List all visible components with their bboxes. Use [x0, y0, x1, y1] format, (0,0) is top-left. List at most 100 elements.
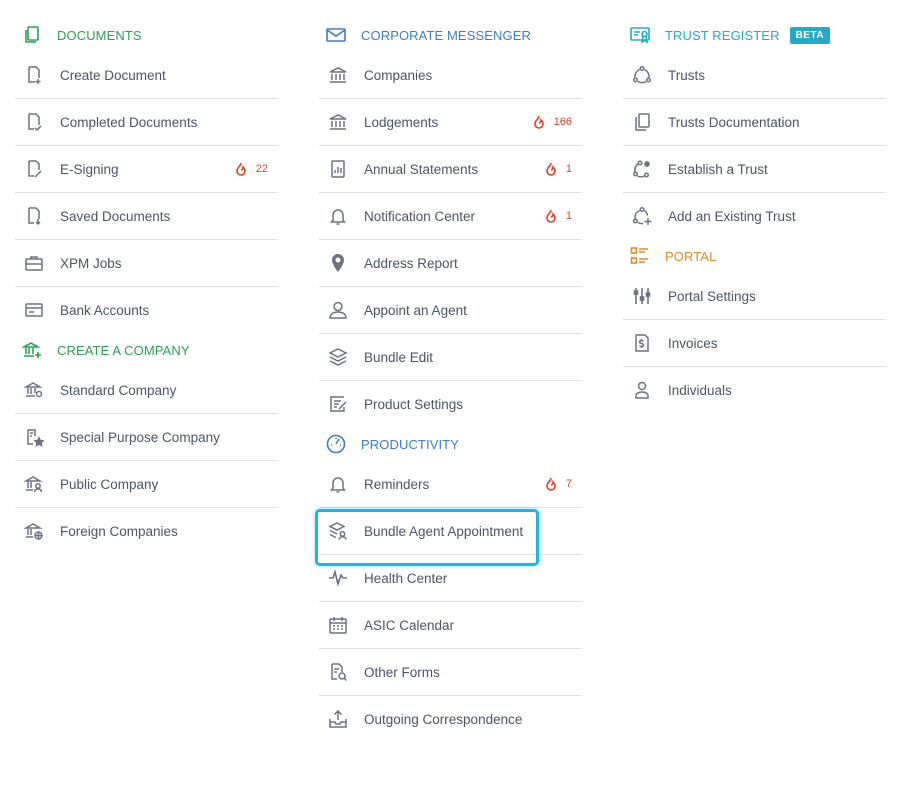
edit-form-icon: [327, 393, 349, 415]
menu-item-label: Bank Accounts: [60, 302, 150, 318]
menu-item-label: Individuals: [668, 382, 732, 398]
menu-item-label: Appoint an Agent: [364, 302, 467, 318]
envelope-icon: [325, 24, 347, 46]
menu-item-label: Lodgements: [364, 114, 439, 130]
menu-item-appoint-an-agent[interactable]: Appoint an Agent: [319, 287, 582, 334]
outbox-icon: [327, 708, 349, 730]
menu-item-e-signing[interactable]: E-Signing 22: [15, 146, 278, 193]
standard-company-icon: [23, 379, 45, 401]
column-trust-portal: TRUST REGISTER BETA Trusts Trusts Docume…: [623, 18, 886, 413]
menu-item-label: Trusts Documentation: [668, 114, 800, 130]
menu-item-label: Outgoing Correspondence: [364, 711, 523, 727]
flame-icon: [235, 162, 246, 176]
menu-item-individuals[interactable]: Individuals: [623, 367, 886, 413]
section-title: TRUST REGISTER: [665, 27, 780, 43]
menu-item-special-purpose-company[interactable]: Special Purpose Company: [15, 414, 278, 461]
create-document-icon: [23, 64, 45, 86]
invoice-icon: [631, 332, 653, 354]
section-title: CREATE A COMPANY: [57, 342, 190, 358]
menu-item-label: Companies: [364, 67, 433, 83]
menu-item-completed-documents[interactable]: Completed Documents: [15, 99, 278, 146]
statement-icon: [327, 158, 349, 180]
menu-item-label: Address Report: [364, 255, 458, 271]
menu-item-trusts[interactable]: Trusts: [623, 52, 886, 99]
section-header-corporate-messenger: CORPORATE MESSENGER: [319, 18, 582, 52]
layers-user-icon: [327, 520, 349, 542]
column-documents-company: DOCUMENTS Create Document Completed Docu…: [15, 18, 278, 554]
section-header-portal: PORTAL: [623, 239, 886, 273]
flame-icon: [546, 162, 556, 176]
section-header-create-company: CREATE A COMPANY: [15, 333, 278, 367]
count-value: 1: [565, 163, 572, 175]
portal-list-icon: [629, 245, 651, 267]
documents-icon: [21, 24, 43, 46]
menu-item-asic-calendar[interactable]: ASIC Calendar: [319, 602, 582, 649]
flame-icon: [546, 209, 556, 223]
count-badge: 1: [544, 209, 572, 223]
special-purpose-company-icon: [23, 426, 45, 448]
count-badge: 7: [544, 477, 572, 491]
menu-item-label: Portal Settings: [668, 288, 756, 304]
person-icon: [631, 379, 653, 401]
menu-item-companies[interactable]: Companies: [319, 52, 582, 99]
menu-item-create-document[interactable]: Create Document: [15, 52, 278, 99]
menu-item-notification-center[interactable]: Notification Center 1: [319, 193, 582, 240]
menu-item-standard-company[interactable]: Standard Company: [15, 367, 278, 414]
menu-item-establish-a-trust[interactable]: Establish a Trust: [623, 146, 886, 193]
map-pin-icon: [327, 252, 349, 274]
bank-building-icon: [327, 111, 349, 133]
briefcase-icon: [23, 252, 45, 274]
menu-item-product-settings[interactable]: Product Settings: [319, 381, 582, 427]
section-header-documents: DOCUMENTS: [15, 18, 278, 52]
menu-item-reminders[interactable]: Reminders 7: [319, 461, 582, 508]
menu-item-health-center[interactable]: Health Center: [319, 555, 582, 602]
gauge-icon: [325, 433, 347, 455]
documents-copy-icon: [631, 111, 653, 133]
menu-item-annual-statements[interactable]: Annual Statements 1: [319, 146, 582, 193]
menu-item-label: Trusts: [668, 67, 705, 83]
column-corporate-messenger-productivity: CORPORATE MESSENGER Companies Lodgements…: [319, 18, 582, 742]
e-signing-icon: [23, 158, 45, 180]
count-value: 7: [565, 478, 572, 490]
bank-building-icon: [327, 64, 349, 86]
trust-cycle-icon: [631, 64, 653, 86]
menu-item-bundle-edit[interactable]: Bundle Edit: [319, 334, 582, 381]
menu-item-add-an-existing-trust[interactable]: Add an Existing Trust: [623, 193, 886, 239]
menu-item-label: E-Signing: [60, 161, 119, 177]
menu-item-bank-accounts[interactable]: Bank Accounts: [15, 287, 278, 333]
section-title: PRODUCTIVITY: [361, 436, 459, 452]
menu-item-address-report[interactable]: Address Report: [319, 240, 582, 287]
menu-item-outgoing-correspondence[interactable]: Outgoing Correspondence: [319, 696, 582, 742]
menu-item-label: Saved Documents: [60, 208, 171, 224]
menu-item-label: ASIC Calendar: [364, 617, 455, 633]
section-title: CORPORATE MESSENGER: [361, 27, 531, 43]
count-value: 1: [565, 210, 572, 222]
menu-item-label: Invoices: [668, 335, 718, 351]
menu-item-public-company[interactable]: Public Company: [15, 461, 278, 508]
menu-item-other-forms[interactable]: Other Forms: [319, 649, 582, 696]
bell-icon: [327, 205, 349, 227]
section-title: PORTAL: [665, 248, 717, 264]
menu-item-label: Standard Company: [60, 382, 177, 398]
menu-item-invoices[interactable]: Invoices: [623, 320, 886, 367]
menu-item-label: Annual Statements: [364, 161, 479, 177]
form-search-icon: [327, 661, 349, 683]
menu-item-foreign-companies[interactable]: Foreign Companies: [15, 508, 278, 554]
bell-icon: [327, 473, 349, 495]
section-header-productivity: PRODUCTIVITY: [319, 427, 582, 461]
menu-item-label: Foreign Companies: [60, 523, 178, 539]
menu-item-trusts-documentation[interactable]: Trusts Documentation: [623, 99, 886, 146]
menu-item-portal-settings[interactable]: Portal Settings: [623, 273, 886, 320]
count-badge: 166: [532, 115, 572, 129]
certificate-icon: [629, 24, 651, 46]
beta-badge: BETA: [789, 26, 831, 44]
user-icon: [327, 299, 349, 321]
menu-item-saved-documents[interactable]: Saved Documents: [15, 193, 278, 240]
trust-star-icon: [631, 158, 653, 180]
menu-item-xpm-jobs[interactable]: XPM Jobs: [15, 240, 278, 287]
sliders-icon: [631, 285, 653, 307]
section-title: DOCUMENTS: [57, 27, 142, 43]
menu-item-lodgements[interactable]: Lodgements 166: [319, 99, 582, 146]
menu-item-bundle-agent-appointment[interactable]: Bundle Agent Appointment: [319, 508, 582, 555]
menu-item-label: Bundle Edit: [364, 349, 434, 365]
